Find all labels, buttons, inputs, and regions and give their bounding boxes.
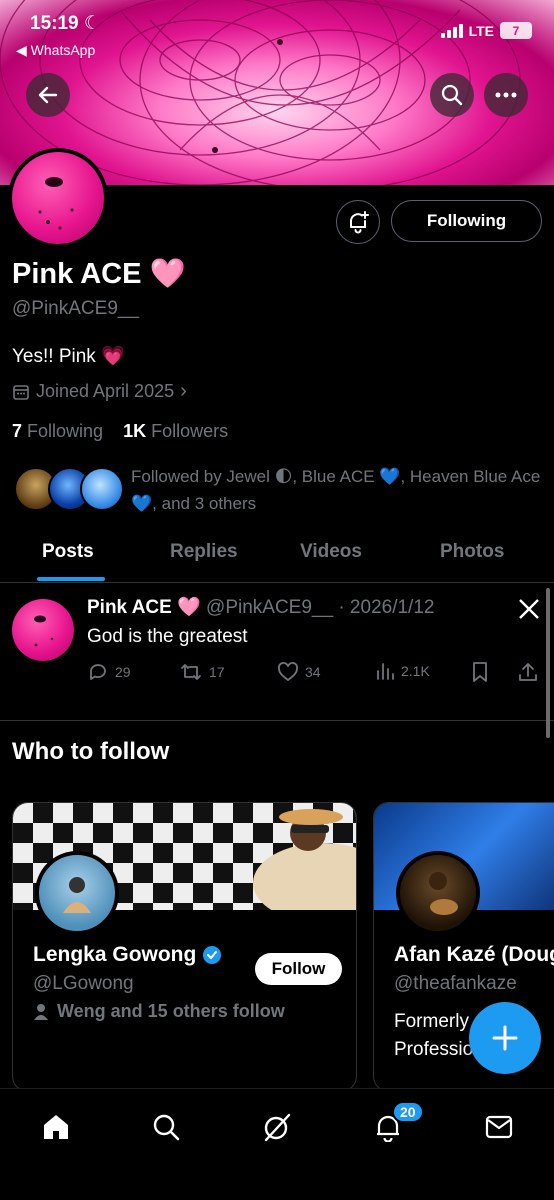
share-icon: [519, 663, 537, 681]
tab-photos[interactable]: Photos: [440, 541, 504, 563]
x-logo-icon: [519, 599, 539, 619]
reply-button[interactable]: 29: [87, 661, 131, 683]
more-dots-icon: [495, 92, 517, 98]
card-mutuals: Weng and 15 others follow: [33, 1001, 285, 1022]
post-header: Pink ACE 🩷 @PinkACE9__ · 2026/1/12: [87, 595, 434, 619]
network-label: LTE: [468, 22, 494, 39]
bottom-nav: 20: [0, 1088, 554, 1200]
card-avatar[interactable]: [35, 851, 119, 935]
card-handle: @LGowong: [33, 973, 134, 994]
followed-by-section[interactable]: Followed by Jewel 🌓, Blue ACE 💙, Heaven …: [14, 463, 544, 523]
bell-plus-icon: [350, 211, 369, 234]
following-button[interactable]: Following: [391, 200, 542, 242]
home-icon: [44, 1115, 68, 1139]
avatar-art: [429, 872, 458, 915]
card-handle: @theafankaze: [394, 973, 517, 994]
person-icon: [34, 1003, 48, 1020]
profile-bio: Yes!! Pink 💗: [12, 346, 125, 367]
nav-messages[interactable]: [479, 1107, 519, 1147]
joined-date[interactable]: Joined April 2025 ›: [12, 380, 187, 403]
like-button[interactable]: 34: [277, 661, 321, 683]
card-name[interactable]: Afan Kazé (Doug: [394, 943, 554, 967]
followed-by-text: Followed by Jewel 🌓, Blue ACE 💙, Heaven …: [131, 467, 541, 513]
verified-badge-icon: [203, 946, 222, 964]
chevron-right-icon: ›: [180, 380, 187, 402]
avatar-art: [38, 177, 74, 230]
repost-icon: [181, 664, 201, 680]
post-avatar[interactable]: [12, 599, 74, 661]
post-author[interactable]: Pink ACE 🩷: [87, 597, 201, 618]
bookmark-icon: [473, 662, 487, 682]
views-chart-icon: [377, 663, 394, 680]
following-stat[interactable]: 7 Following: [12, 421, 103, 441]
bookmark-button[interactable]: [471, 661, 489, 683]
views-stat[interactable]: 2.1K: [375, 661, 430, 681]
nav-grok[interactable]: [257, 1107, 297, 1147]
search-icon: [441, 84, 463, 106]
heart-icon: [278, 662, 298, 682]
joined-label: Joined April 2025: [36, 381, 175, 401]
arrow-left-icon: [38, 86, 58, 104]
post-handle-date: @PinkACE9__ · 2026/1/12: [206, 597, 435, 618]
profile-name: Pink ACE 🩷: [12, 258, 186, 290]
post-text: God is the greatest: [87, 626, 248, 647]
suggestion-card[interactable]: Lengka Gowong @LGowong Weng and 15 other…: [12, 802, 357, 1092]
moon-icon: ☾: [83, 13, 101, 34]
post[interactable]: Pink ACE 🩷 @PinkACE9__ · 2026/1/12 God i…: [0, 583, 554, 721]
compose-button[interactable]: [469, 1002, 541, 1074]
back-button[interactable]: [26, 73, 70, 117]
nav-search[interactable]: [146, 1107, 186, 1147]
card-avatar[interactable]: [396, 851, 480, 935]
tab-replies[interactable]: Replies: [170, 541, 238, 563]
follow-button[interactable]: Follow: [255, 953, 342, 985]
profile-handle: @PinkACE9__: [12, 298, 140, 319]
follower-avatar: [80, 467, 124, 511]
calendar-icon: [13, 384, 29, 400]
signal-icon: [440, 23, 463, 38]
notify-bell-button[interactable]: [336, 200, 380, 244]
followers-stat[interactable]: 1K Followers: [123, 421, 228, 441]
nav-home[interactable]: [36, 1107, 76, 1147]
avatar-art: [34, 615, 54, 647]
battery-icon: 7: [500, 22, 532, 39]
active-tab-indicator: [37, 577, 105, 581]
notifications-badge: 20: [392, 1101, 424, 1123]
tab-videos[interactable]: Videos: [300, 541, 362, 563]
mail-icon: [485, 1115, 513, 1139]
grok-icon: [264, 1113, 291, 1142]
repost-button[interactable]: 17: [179, 661, 225, 683]
back-to-whatsapp-link[interactable]: ◀ WhatsApp: [16, 42, 95, 59]
avatar-art: [63, 877, 91, 913]
status-time: 15:19 ☾: [30, 13, 101, 34]
profile-tabs: Posts Replies Videos Photos: [0, 531, 554, 583]
scrollbar[interactable]: [546, 588, 550, 738]
status-indicators: LTE 7: [440, 22, 532, 39]
more-options-button[interactable]: [484, 73, 528, 117]
who-to-follow-title: Who to follow: [12, 738, 170, 765]
search-icon: [153, 1114, 180, 1141]
tab-posts[interactable]: Posts: [42, 541, 94, 563]
profile-avatar[interactable]: [8, 148, 108, 248]
card-name[interactable]: Lengka Gowong: [33, 943, 222, 967]
plus-icon: [492, 1025, 518, 1051]
search-button[interactable]: [430, 73, 474, 117]
reply-icon: [90, 664, 106, 680]
post-actions: 29 17 34 2.1K: [87, 661, 547, 687]
share-button[interactable]: [517, 661, 539, 683]
follow-stats: 7 Following 1K Followers: [12, 421, 228, 442]
